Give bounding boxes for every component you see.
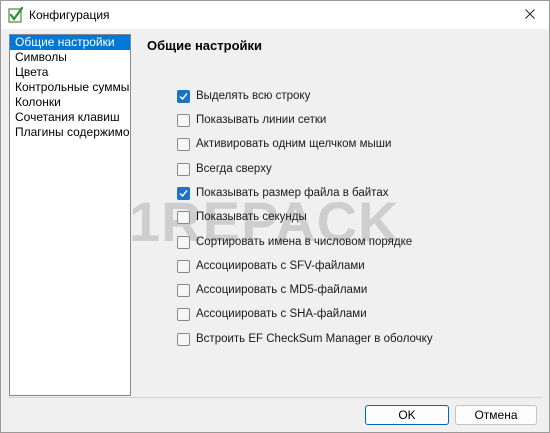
option-single-click-activate[interactable]: Активировать одним щелчком мыши	[177, 136, 391, 152]
option-select-full-row[interactable]: Выделять всю строку	[177, 88, 310, 104]
divider	[9, 397, 541, 398]
option-label: Сортировать имена в числовом порядке	[196, 236, 413, 248]
checkbox[interactable]	[177, 137, 190, 151]
option-label: Ассоциировать с MD5-файлами	[196, 284, 368, 296]
option-associate-sha[interactable]: Ассоциировать с SHA-файлами	[177, 306, 367, 322]
sidebar-item-general[interactable]: Общие настройки	[10, 35, 130, 50]
option-label: Встроить EF CheckSum Manager в оболочку	[196, 333, 433, 345]
ok-button[interactable]: OK	[365, 405, 449, 425]
close-icon	[525, 8, 535, 22]
sidebar-item-content-plugins[interactable]: Плагины содержимог	[10, 125, 130, 140]
option-always-on-top[interactable]: Всегда сверху	[177, 161, 272, 177]
option-label: Показывать размер файла в байтах	[196, 187, 389, 199]
checkbox[interactable]	[177, 283, 190, 297]
option-show-grid-lines[interactable]: Показывать линии сетки	[177, 112, 326, 128]
option-label: Показывать линии сетки	[196, 114, 327, 126]
option-file-size-bytes[interactable]: Показывать размер файла в байтах	[177, 185, 388, 201]
checkmark-app-icon	[8, 6, 24, 23]
sidebar-item-checksums[interactable]: Контрольные суммы	[10, 80, 130, 95]
sidebar-item-hotkeys[interactable]: Сочетания клавиш	[10, 110, 130, 125]
cancel-button[interactable]: Отмена	[455, 405, 537, 425]
option-numeric-sort[interactable]: Сортировать имена в числовом порядке	[177, 234, 412, 250]
option-label: Выделять всю строку	[196, 90, 311, 102]
checkbox[interactable]	[177, 259, 190, 273]
title-bar: Конфигурация	[1, 1, 549, 29]
checkbox[interactable]	[177, 162, 190, 176]
close-button[interactable]	[519, 5, 541, 25]
option-label: Активировать одним щелчком мыши	[196, 138, 392, 150]
checkbox[interactable]	[177, 332, 190, 346]
option-associate-sfv[interactable]: Ассоциировать с SFV-файлами	[177, 258, 365, 274]
sidebar-item-columns[interactable]: Колонки	[10, 95, 130, 110]
checkbox[interactable]	[177, 210, 190, 224]
option-associate-md5[interactable]: Ассоциировать с MD5-файлами	[177, 282, 367, 298]
option-label: Показывать секунды	[196, 211, 307, 223]
page-title: Общие настройки	[147, 38, 262, 53]
option-label: Ассоциировать с SFV-файлами	[196, 260, 365, 272]
option-label: Ассоциировать с SHA-файлами	[196, 308, 367, 320]
option-label: Всегда сверху	[196, 163, 272, 175]
checkbox[interactable]	[177, 307, 190, 321]
settings-category-list[interactable]: Общие настройки Символы Цвета Контрольны…	[9, 34, 131, 396]
config-dialog: Конфигурация Общие настройки Символы Цве…	[0, 0, 550, 433]
checkbox[interactable]	[177, 235, 190, 249]
option-show-seconds[interactable]: Показывать секунды	[177, 209, 307, 225]
sidebar-item-colors[interactable]: Цвета	[10, 65, 130, 80]
window-title: Конфигурация	[29, 8, 110, 22]
checkbox[interactable]	[177, 89, 190, 103]
checkbox[interactable]	[177, 186, 190, 200]
option-shell-integration[interactable]: Встроить EF CheckSum Manager в оболочку	[177, 331, 433, 347]
checkbox[interactable]	[177, 113, 190, 127]
sidebar-item-symbols[interactable]: Символы	[10, 50, 130, 65]
